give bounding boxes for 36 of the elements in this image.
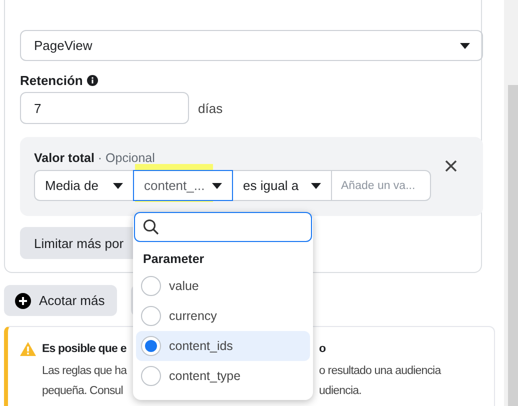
warning-text: pequeña. Consul	[42, 384, 123, 399]
parameter-option[interactable]: currency	[136, 301, 310, 331]
add-filter-button[interactable]: Acotar más	[4, 285, 117, 316]
caret-icon	[460, 42, 470, 48]
scrollbar-thumb[interactable]	[508, 85, 518, 406]
parameter-option[interactable]: value	[136, 271, 310, 301]
days-unit: días	[198, 100, 223, 116]
caret-icon	[311, 182, 321, 188]
filter-label: Valor total · Opcional	[34, 151, 155, 165]
event-select[interactable]: PageView	[20, 30, 483, 61]
warning-title: Es posible que e	[42, 342, 126, 357]
warning-text: Las reglas que ha	[42, 364, 127, 379]
radio-button[interactable]	[141, 276, 161, 296]
parameter-option[interactable]: content_type	[136, 361, 310, 391]
info-icon	[86, 75, 98, 86]
close-icon[interactable]	[445, 160, 457, 172]
warning-text: udiencia.	[319, 384, 362, 399]
parameter-option[interactable]: content_ids	[136, 331, 310, 361]
warning-title: o	[319, 342, 326, 357]
radio-button[interactable]	[141, 336, 161, 356]
radio-button[interactable]	[141, 306, 161, 326]
scrollbar[interactable]	[504, 0, 518, 406]
caret-icon	[212, 182, 222, 188]
plus-icon	[15, 292, 31, 308]
caret-icon	[113, 182, 123, 188]
retention-label: Retención	[20, 73, 83, 88]
warning-icon	[20, 342, 36, 356]
search-icon	[143, 219, 159, 235]
filter-select[interactable]: Media de	[34, 170, 134, 201]
radio-button[interactable]	[141, 366, 161, 386]
value-field[interactable]: Añade un va...	[331, 170, 431, 201]
filter-select[interactable]: content_...	[133, 170, 233, 201]
retention-field[interactable]: 7	[20, 92, 189, 124]
filter-select[interactable]: es igual a	[232, 170, 332, 201]
warning-text: o resultado una audiencia	[319, 364, 441, 379]
search-field[interactable]	[134, 212, 312, 242]
